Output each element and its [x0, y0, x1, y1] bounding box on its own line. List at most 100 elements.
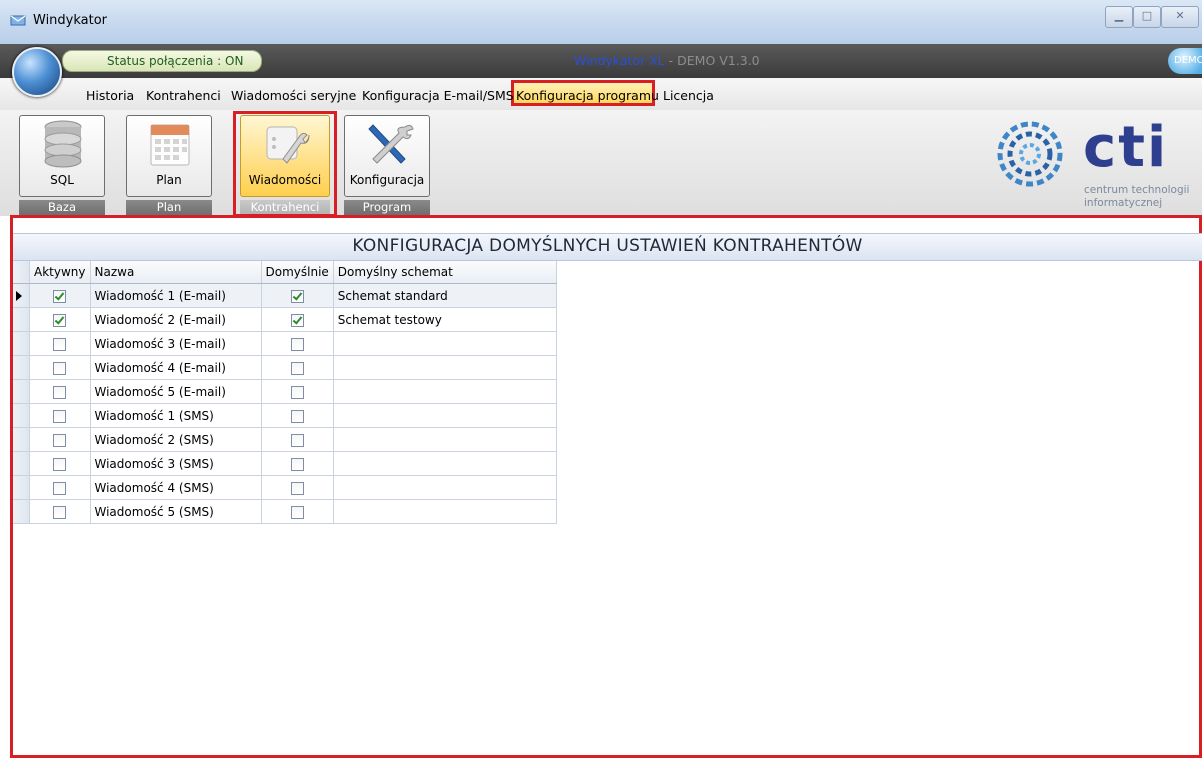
nazwa-cell[interactable]: Wiadomość 2 (E-mail): [90, 307, 262, 332]
aktywny-checkbox[interactable]: [53, 385, 67, 399]
nazwa-cell[interactable]: Wiadomość 4 (E-mail): [90, 355, 262, 380]
aktywny-checkbox[interactable]: [53, 361, 67, 375]
table-row[interactable]: Wiadomość 3 (E-mail): [13, 331, 557, 356]
schemat-cell[interactable]: Schemat standard: [333, 283, 557, 308]
aktywny-cell: [29, 331, 91, 356]
table-row[interactable]: Wiadomość 2 (E-mail) Schemat testowy: [13, 307, 557, 332]
sql-button[interactable]: SQL: [19, 115, 105, 197]
row-header[interactable]: [13, 451, 30, 476]
domyslnie-checkbox[interactable]: [290, 433, 304, 447]
menu-item-licencja[interactable]: Licencja: [663, 88, 714, 103]
schemat-cell[interactable]: [333, 355, 557, 380]
row-header[interactable]: [13, 355, 30, 380]
row-header[interactable]: [13, 403, 30, 428]
domyslnie-cell: [261, 331, 334, 356]
domyslnie-cell: [261, 307, 334, 332]
column-header-domyslnie[interactable]: Domyślnie: [261, 261, 334, 284]
domyslnie-checkbox[interactable]: [290, 505, 304, 519]
aktywny-checkbox[interactable]: [53, 337, 67, 351]
domyslnie-checkbox[interactable]: [290, 457, 304, 471]
ribbon-active-highlight: [233, 111, 337, 217]
aktywny-cell: [29, 283, 91, 308]
aktywny-checkbox[interactable]: [53, 289, 67, 303]
ribbon-group-plan: Plan: [126, 200, 212, 215]
aktywny-cell: [29, 355, 91, 380]
aktywny-checkbox[interactable]: [53, 505, 67, 519]
schemat-cell[interactable]: [333, 403, 557, 428]
minimize-button[interactable]: ▁: [1105, 6, 1133, 28]
section-title: KONFIGURACJA DOMYŚLNYCH USTAWIEŃ KONTRAH…: [13, 233, 1202, 261]
table-row[interactable]: Wiadomość 4 (SMS): [13, 475, 557, 500]
database-icon: [44, 120, 82, 168]
domyslnie-checkbox[interactable]: [290, 481, 304, 495]
menu-item-historia[interactable]: Historia: [86, 88, 134, 103]
table-row[interactable]: Wiadomość 1 (E-mail) Schemat standard: [13, 283, 557, 308]
domyslnie-checkbox[interactable]: [290, 313, 304, 327]
row-header[interactable]: [13, 379, 30, 404]
domyslnie-cell: [261, 451, 334, 476]
aktywny-checkbox[interactable]: [53, 409, 67, 423]
nazwa-cell[interactable]: Wiadomość 4 (SMS): [90, 475, 262, 500]
column-header-nazwa[interactable]: Nazwa: [90, 261, 262, 284]
aktywny-cell: [29, 427, 91, 452]
aktywny-checkbox[interactable]: [53, 433, 67, 447]
aktywny-cell: [29, 499, 91, 524]
nazwa-cell[interactable]: Wiadomość 3 (E-mail): [90, 331, 262, 356]
aktywny-cell: [29, 379, 91, 404]
menu-item-kontrahenci[interactable]: Kontrahenci: [146, 88, 221, 103]
app-version-text: - DEMO V1.3.0: [664, 53, 760, 68]
table-row[interactable]: Wiadomość 5 (SMS): [13, 499, 557, 524]
table-row[interactable]: Wiadomość 1 (SMS): [13, 403, 557, 428]
row-header[interactable]: [13, 475, 30, 500]
row-header[interactable]: [13, 427, 30, 452]
plan-button[interactable]: Plan: [126, 115, 212, 197]
nazwa-cell[interactable]: Wiadomość 3 (SMS): [90, 451, 262, 476]
menu-item-konfiguracja-email-sms[interactable]: Konfiguracja E-mail/SMS: [362, 88, 514, 103]
schemat-cell[interactable]: [333, 499, 557, 524]
konfiguracja-button[interactable]: Konfiguracja: [344, 115, 430, 197]
schemat-cell[interactable]: [333, 427, 557, 452]
maximize-button[interactable]: □: [1133, 6, 1161, 28]
schemat-cell[interactable]: Schemat testowy: [333, 307, 557, 332]
table-row[interactable]: Wiadomość 5 (E-mail): [13, 379, 557, 404]
domyslnie-checkbox[interactable]: [290, 385, 304, 399]
aktywny-checkbox[interactable]: [53, 313, 67, 327]
nazwa-cell[interactable]: Wiadomość 1 (E-mail): [90, 283, 262, 308]
row-header[interactable]: [13, 499, 30, 524]
row-header[interactable]: [13, 331, 30, 356]
domyslnie-cell: [261, 355, 334, 380]
column-header-domyslny-schemat[interactable]: Domyślny schemat: [333, 261, 557, 284]
app-name-text: Windykator XL: [574, 53, 665, 68]
table-row[interactable]: Wiadomość 3 (SMS): [13, 451, 557, 476]
schemat-cell[interactable]: [333, 451, 557, 476]
table-header-row: Aktywny Nazwa Domyślnie Domyślny schemat: [13, 261, 557, 284]
domyslnie-checkbox[interactable]: [290, 409, 304, 423]
nazwa-cell[interactable]: Wiadomość 2 (SMS): [90, 427, 262, 452]
aktywny-cell: [29, 451, 91, 476]
menu-item-konfiguracja-programu[interactable]: Konfiguracja programu: [516, 88, 659, 103]
aktywny-checkbox[interactable]: [53, 457, 67, 471]
app-name: Windykator XL - DEMO V1.3.0: [574, 53, 760, 68]
nazwa-cell[interactable]: Wiadomość 5 (SMS): [90, 499, 262, 524]
schemat-cell[interactable]: [333, 379, 557, 404]
nazwa-cell[interactable]: Wiadomość 1 (SMS): [90, 403, 262, 428]
domyslnie-checkbox[interactable]: [290, 289, 304, 303]
column-header-aktywny[interactable]: Aktywny: [29, 261, 91, 284]
cti-subtitle-line1: centrum technologii: [1084, 184, 1190, 196]
table-row[interactable]: Wiadomość 4 (E-mail): [13, 355, 557, 380]
schemat-cell[interactable]: [333, 475, 557, 500]
close-button[interactable]: ✕: [1161, 6, 1199, 28]
app-globe-icon[interactable]: [12, 47, 62, 97]
domyslnie-checkbox[interactable]: [290, 361, 304, 375]
current-row-arrow-icon: [16, 290, 22, 301]
defaults-table: Aktywny Nazwa Domyślnie Domyślny schemat…: [13, 261, 557, 524]
aktywny-checkbox[interactable]: [53, 481, 67, 495]
schemat-cell[interactable]: [333, 331, 557, 356]
domyslnie-checkbox[interactable]: [290, 337, 304, 351]
table-row[interactable]: Wiadomość 2 (SMS): [13, 427, 557, 452]
menu-item-wiadomosci-seryjne[interactable]: Wiadomości seryjne: [231, 88, 356, 103]
row-header[interactable]: [13, 307, 30, 332]
row-header[interactable]: [13, 283, 30, 308]
ribbon-group-program: Program: [344, 200, 430, 215]
nazwa-cell[interactable]: Wiadomość 5 (E-mail): [90, 379, 262, 404]
